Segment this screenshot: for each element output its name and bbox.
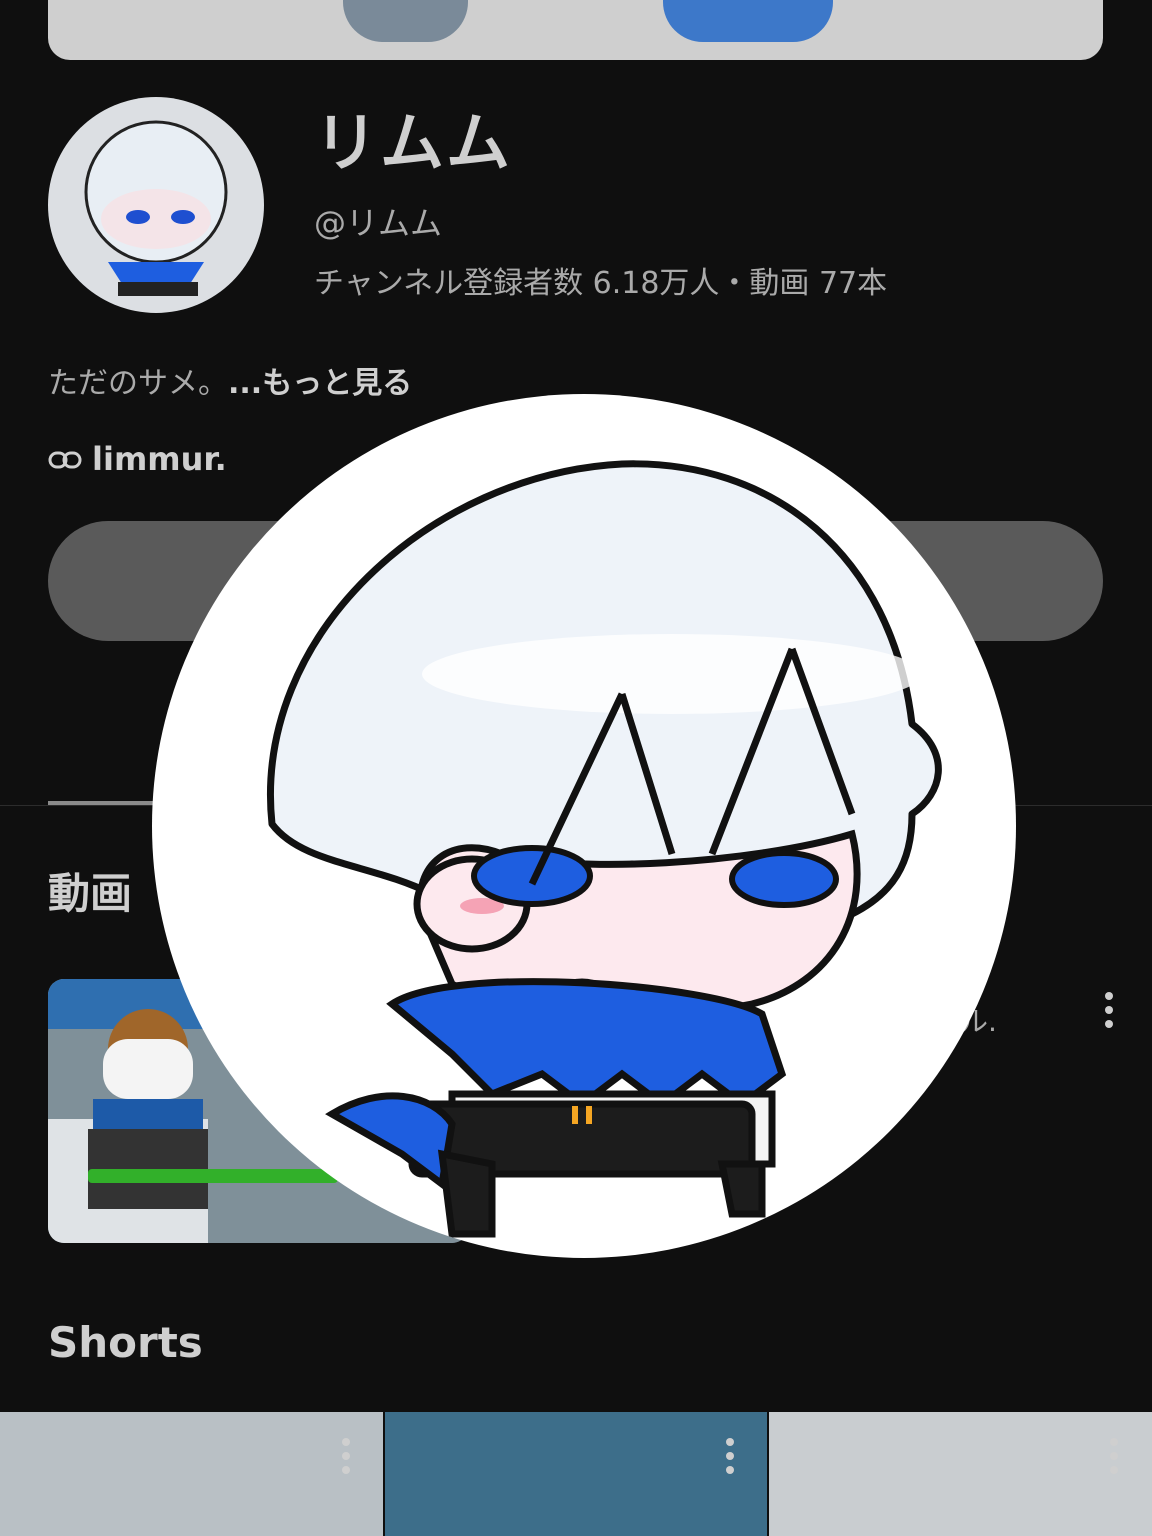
- banner-item-shoe: [663, 0, 833, 42]
- link-icon: [48, 440, 82, 478]
- short-more-vert-icon[interactable]: [336, 1438, 356, 1474]
- short-thumbnail[interactable]: [385, 1412, 767, 1536]
- channel-name: リムム: [314, 107, 512, 181]
- short-thumbnail[interactable]: [769, 1412, 1152, 1536]
- channel-link[interactable]: limmur.: [48, 440, 227, 478]
- video-more-vert-icon[interactable]: [1099, 992, 1119, 1028]
- short-thumbnail[interactable]: [0, 1412, 383, 1536]
- avatar-overlay: [152, 394, 1016, 1258]
- more-link[interactable]: ...もっと見る: [228, 366, 412, 401]
- avatar-illustration: [84, 120, 228, 296]
- banner-item-figure: [343, 0, 468, 42]
- shark-character-illustration: [267, 460, 942, 1238]
- channel-link-text: limmur.: [92, 440, 227, 478]
- short-more-vert-icon[interactable]: [720, 1438, 740, 1474]
- channel-stats: チャンネル登録者数 6.18万人・動画 77本: [314, 266, 888, 301]
- channel-handle: @リムム: [314, 204, 443, 242]
- channel-avatar[interactable]: [48, 97, 264, 313]
- shorts-section-title: Shorts: [48, 1318, 203, 1367]
- shorts-row: [0, 1412, 1152, 1536]
- channel-description[interactable]: ただのサメ。...もっと見る: [48, 358, 412, 402]
- channel-banner: [48, 0, 1103, 60]
- short-more-vert-icon[interactable]: [1104, 1438, 1124, 1474]
- videos-section-title: 動画: [48, 869, 133, 918]
- description-text: ただのサメ。: [48, 366, 228, 401]
